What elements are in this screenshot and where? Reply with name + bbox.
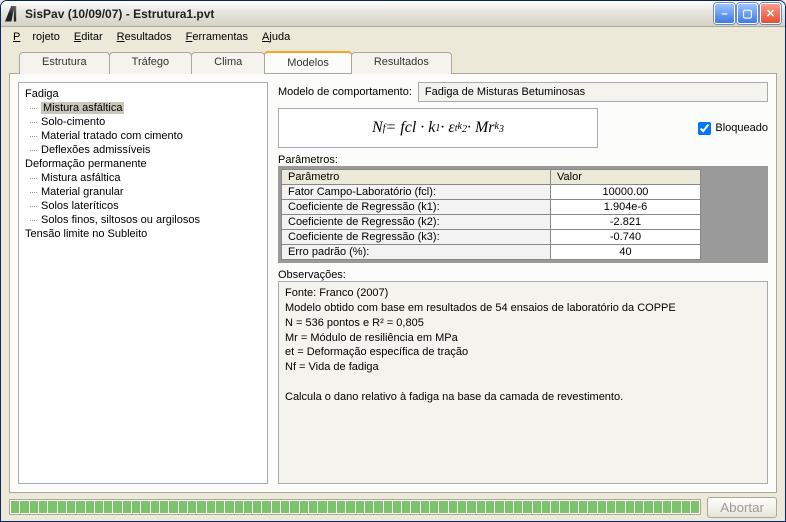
table-row: Fator Campo-Laboratório (fcl):10000.00: [282, 185, 701, 200]
table-row: Coeficiente de Regressão (k2):-2.821: [282, 215, 701, 230]
obs-label: Observações:: [278, 269, 768, 281]
minimize-button[interactable]: –: [714, 3, 735, 24]
tree-item-dp-lateriticos[interactable]: Solos lateríticos: [19, 199, 267, 213]
app-window: SisPav (10/09/07) - Estrutura1.pvt – ▢ ✕…: [0, 0, 786, 522]
locked-checkbox-input[interactable]: [698, 122, 711, 135]
menu-projeto[interactable]: Projeto: [7, 29, 66, 45]
param-value-cell[interactable]: -0.740: [551, 230, 701, 245]
param-value-cell[interactable]: 40: [551, 245, 701, 260]
menu-resultados[interactable]: Resultados: [111, 29, 178, 45]
abort-button[interactable]: Abortar: [707, 497, 777, 518]
param-value-cell[interactable]: 10000.00: [551, 185, 701, 200]
app-icon: [5, 6, 21, 22]
menubar: Projeto Editar Resultados Ferramentas Aj…: [1, 27, 785, 47]
tab-modelos[interactable]: Modelos: [264, 51, 352, 73]
tree-group-fadiga[interactable]: Fadiga: [19, 87, 267, 101]
tab-resultados[interactable]: Resultados: [351, 52, 452, 74]
tabstrip: Estrutura Tráfego Clima Modelos Resultad…: [19, 51, 777, 73]
tab-trafego[interactable]: Tráfego: [109, 52, 193, 74]
params-header-value: Valor: [551, 170, 701, 185]
model-name-field: Fadiga de Misturas Betuminosas: [418, 82, 768, 102]
param-value-cell[interactable]: 1.904e-6: [551, 200, 701, 215]
table-row: Erro padrão (%):40: [282, 245, 701, 260]
params-table: Parâmetro Valor Fator Campo-Laboratório …: [281, 169, 701, 260]
menu-ferramentas[interactable]: Ferramentas: [180, 29, 254, 45]
tree-item-deflexoes[interactable]: Deflexões admissíveis: [19, 143, 267, 157]
params-label: Parâmetros:: [278, 154, 768, 166]
tree-item-dp-mistura[interactable]: Mistura asfáltica: [19, 171, 267, 185]
table-row: Coeficiente de Regressão (k1):1.904e-6: [282, 200, 701, 215]
model-tree[interactable]: Fadiga Mistura asfáltica Solo-cimento Ma…: [18, 82, 268, 484]
observations-text[interactable]: Fonte: Franco (2007) Modelo obtido com b…: [278, 281, 768, 484]
tab-estrutura[interactable]: Estrutura: [19, 52, 110, 74]
tree-item-dp-granular[interactable]: Material granular: [19, 185, 267, 199]
titlebar[interactable]: SisPav (10/09/07) - Estrutura1.pvt – ▢ ✕: [1, 1, 785, 27]
progress-bar: [9, 499, 701, 515]
tree-item-mistura-asfaltica[interactable]: Mistura asfáltica: [19, 101, 267, 115]
model-label: Modelo de comportamento:: [278, 86, 412, 98]
formula-display: Nf = fcl · k1 · εtk2 · Mrk3: [278, 108, 598, 148]
tree-item-solo-cimento[interactable]: Solo-cimento: [19, 115, 267, 129]
table-row: Coeficiente de Regressão (k3):-0.740: [282, 230, 701, 245]
tree-item-dp-finos[interactable]: Solos finos, siltosos ou argilosos: [19, 213, 267, 227]
maximize-button[interactable]: ▢: [737, 3, 758, 24]
locked-checkbox[interactable]: Bloqueado: [698, 122, 768, 135]
tab-panel: Fadiga Mistura asfáltica Solo-cimento Ma…: [9, 73, 777, 493]
param-value-cell[interactable]: -2.821: [551, 215, 701, 230]
tab-clima[interactable]: Clima: [191, 52, 265, 74]
statusbar: Abortar: [1, 493, 785, 521]
close-button[interactable]: ✕: [760, 3, 781, 24]
params-area: Parâmetro Valor Fator Campo-Laboratório …: [278, 166, 768, 263]
window-title: SisPav (10/09/07) - Estrutura1.pvt: [25, 7, 214, 21]
tree-item-material-tratado[interactable]: Material tratado com cimento: [19, 129, 267, 143]
menu-editar[interactable]: Editar: [68, 29, 109, 45]
menu-ajuda[interactable]: Ajuda: [256, 29, 296, 45]
params-header-name: Parâmetro: [282, 170, 551, 185]
tree-group-tensao[interactable]: Tensão limite no Subleito: [19, 227, 267, 241]
tree-group-deformacao[interactable]: Deformação permanente: [19, 157, 267, 171]
